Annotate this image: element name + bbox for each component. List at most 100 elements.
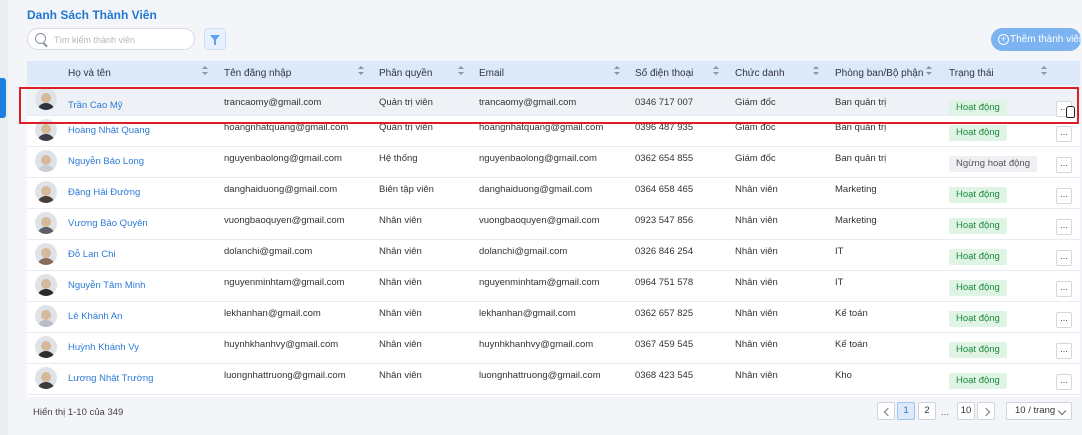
username-cell: dolanchi@gmail.com <box>224 246 313 257</box>
more-actions-button[interactable]: ... <box>1056 219 1072 235</box>
title-cell: Nhân viên <box>735 215 778 226</box>
table-footer: Hiển thị 1-10 của 349 1 2 ... 10 10 / tr… <box>27 397 1080 427</box>
column-header-title[interactable]: Chức danh <box>735 68 785 79</box>
member-name-link[interactable]: Nguyễn Bảo Long <box>68 156 144 167</box>
column-header-status[interactable]: Trạng thái <box>949 68 994 79</box>
avatar <box>35 336 57 358</box>
sidebar-active-tab[interactable] <box>0 78 6 118</box>
more-actions-button[interactable]: ... <box>1056 188 1072 204</box>
phone-cell: 0368 423 545 <box>635 370 694 381</box>
column-header-username[interactable]: Tên đăng nhập <box>224 68 291 79</box>
member-name-link[interactable]: Lê Khánh An <box>68 311 122 322</box>
title-cell: Nhân viên <box>735 184 778 195</box>
sort-icon[interactable] <box>713 66 720 76</box>
dept-cell: Marketing <box>835 184 877 195</box>
email-cell: nguyenbaolong@gmail.com <box>479 153 597 164</box>
email-cell: nguyenminhtam@gmail.com <box>479 277 600 288</box>
dept-cell: Kế toán <box>835 339 868 350</box>
table-row[interactable]: Lương Nhật Trường luongnhattruong@gmail.c… <box>27 364 1080 395</box>
page-button-1[interactable]: 1 <box>897 402 915 420</box>
sort-icon[interactable] <box>1041 66 1048 76</box>
prev-page-button[interactable] <box>877 402 895 420</box>
email-cell: lekhanhan@gmail.com <box>479 308 576 319</box>
column-header-phone[interactable]: Số điện thoại <box>635 68 693 79</box>
avatar <box>35 274 57 296</box>
avatar-body <box>37 134 55 141</box>
avatar-face <box>41 310 51 320</box>
sort-icon[interactable] <box>614 66 621 76</box>
page-size-select[interactable]: 10 / trang <box>1006 402 1072 420</box>
avatar-body <box>37 351 55 358</box>
more-actions-button[interactable]: ... <box>1056 157 1072 173</box>
column-header-name[interactable]: Họ và tên <box>68 68 111 79</box>
search-input[interactable] <box>52 32 191 48</box>
table-row[interactable]: Đỗ Lan Chi dolanchi@gmail.com Nhân viên dol… <box>27 240 1080 271</box>
avatar-body <box>37 320 55 327</box>
table-row[interactable]: Vương Bảo Quyên vuongbaoquyen@gmail.com Nh… <box>27 209 1080 240</box>
sort-icon[interactable] <box>358 66 365 76</box>
column-header-dept[interactable]: Phòng ban/Bộ phận <box>835 68 923 79</box>
avatar-face <box>41 279 51 289</box>
page-button-2[interactable]: 2 <box>918 402 936 420</box>
avatar-face <box>41 341 51 351</box>
column-header-email[interactable]: Email <box>479 68 504 79</box>
table-header: Họ và tên Tên đăng nhập Phân quyền Email… <box>27 61 1080 85</box>
hand-cursor-icon <box>1066 106 1075 118</box>
member-name-link[interactable]: Lương Nhật Trường <box>68 373 153 384</box>
more-actions-button[interactable]: ... <box>1056 250 1072 266</box>
add-member-label: Thêm thành viên <box>1010 34 1082 45</box>
chevron-right-icon <box>981 407 991 417</box>
role-cell: Biên tập viên <box>379 184 434 195</box>
role-cell: Nhân viên <box>379 339 422 350</box>
phone-cell: 0362 654 855 <box>635 153 694 164</box>
table-row[interactable]: Lê Khánh An lekhanhan@gmail.com Nhân viên l… <box>27 302 1080 333</box>
status-badge: Hoạt động <box>949 311 1007 327</box>
table-row[interactable]: Đặng Hải Đường danghaiduong@gmail.com Biên… <box>27 178 1080 209</box>
page-button-10[interactable]: 10 <box>957 402 975 420</box>
sort-icon[interactable] <box>202 66 209 76</box>
email-cell: danghaiduong@gmail.com <box>479 184 593 195</box>
member-name-link[interactable]: Đặng Hải Đường <box>68 187 140 198</box>
sort-icon[interactable] <box>458 66 465 76</box>
username-cell: huynhkhanhvy@gmail.com <box>224 339 339 350</box>
status-badge: Hoạt động <box>949 342 1007 358</box>
avatar <box>35 150 57 172</box>
phone-cell: 0364 658 465 <box>635 184 694 195</box>
avatar-face <box>41 248 51 258</box>
add-member-button[interactable]: + Thêm thành viên <box>991 28 1082 51</box>
column-header-role[interactable]: Phân quyền <box>379 68 432 79</box>
more-actions-button[interactable]: ... <box>1056 374 1072 390</box>
sort-icon[interactable] <box>926 66 933 76</box>
next-page-button[interactable] <box>977 402 995 420</box>
member-name-link[interactable]: Vương Bảo Quyên <box>68 218 148 229</box>
more-actions-button[interactable]: ... <box>1056 126 1072 142</box>
role-cell: Nhân viên <box>379 370 422 381</box>
more-actions-button[interactable]: ... <box>1056 312 1072 328</box>
dept-cell: Marketing <box>835 215 877 226</box>
member-name-link[interactable]: Huỳnh Khánh Vy <box>68 342 139 353</box>
role-cell: Hệ thống <box>379 153 418 164</box>
more-actions-button[interactable]: ... <box>1056 343 1072 359</box>
table-row[interactable]: Nguyễn Tâm Minh nguyenminhtam@gmail.com Nh… <box>27 271 1080 302</box>
table-row[interactable]: Nguyễn Bảo Long nguyenbaolong@gmail.com Hệ… <box>27 147 1080 178</box>
avatar-body <box>37 227 55 234</box>
email-cell: vuongbaoquyen@gmail.com <box>479 215 600 226</box>
phone-cell: 0964 751 578 <box>635 277 694 288</box>
email-cell: huynhkhanhvy@gmail.com <box>479 339 594 350</box>
member-name-link[interactable]: Hoàng Nhật Quang <box>68 125 150 136</box>
filter-button[interactable] <box>204 28 226 50</box>
page-title: Danh Sách Thành Viên <box>27 8 157 22</box>
status-badge: Hoạt động <box>949 187 1007 203</box>
search-icon <box>35 33 46 44</box>
status-badge: Hoạt động <box>949 280 1007 296</box>
search-box[interactable] <box>27 28 195 50</box>
sort-icon[interactable] <box>813 66 820 76</box>
avatar-body <box>37 196 55 203</box>
chevron-down-icon <box>1057 406 1067 416</box>
member-name-link[interactable]: Nguyễn Tâm Minh <box>68 280 145 291</box>
member-name-link[interactable]: Đỗ Lan Chi <box>68 249 116 260</box>
title-cell: Nhân viên <box>735 339 778 350</box>
more-actions-button[interactable]: ... <box>1056 281 1072 297</box>
table-row[interactable]: Huỳnh Khánh Vy huynhkhanhvy@gmail.com Nhân… <box>27 333 1080 364</box>
role-cell: Nhân viên <box>379 246 422 257</box>
